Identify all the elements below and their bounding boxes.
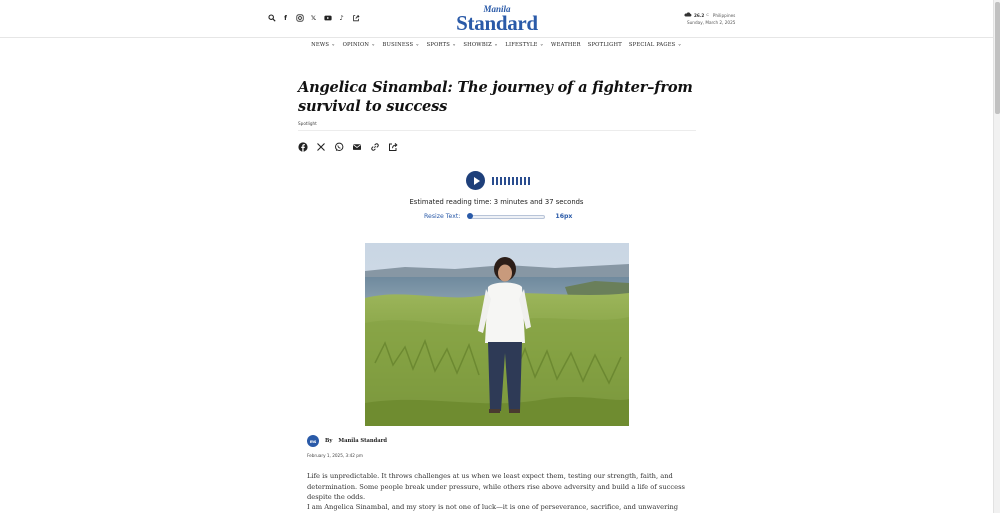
nav-item-special-pages[interactable]: SPECIAL PAGES ⌄ (628, 41, 682, 49)
nav-item-business[interactable]: BUSINESS ⌄ (382, 41, 420, 49)
weather-widget: 26.2 C Philippines Sunday, March 2, 2025 (684, 12, 735, 26)
waveform[interactable] (492, 176, 530, 185)
article-header: Angelica Sinambal: The journey of a figh… (298, 78, 698, 152)
instagram-icon[interactable] (295, 13, 304, 22)
chevron-down-icon: ⌄ (677, 41, 682, 48)
share-icon[interactable] (351, 13, 360, 22)
chevron-down-icon: ⌄ (451, 41, 457, 48)
share-bar (298, 137, 698, 152)
nav-item-sports[interactable]: SPORTS ⌄ (426, 41, 457, 49)
play-button[interactable] (466, 171, 485, 190)
weather-location: Philippines (712, 13, 736, 18)
byline-prefix: By (325, 438, 333, 444)
nav-label: WEATHER (551, 42, 581, 48)
chevron-down-icon: ⌄ (371, 41, 376, 48)
author-link[interactable]: Manila Standard (338, 438, 387, 444)
nav-item-spotlight[interactable]: SPOTLIGHT (588, 42, 622, 48)
nav-item-showbiz[interactable]: SHOWBIZ ⌄ (463, 41, 499, 49)
article-paragraph: Life is unpredictable. It throws challen… (307, 472, 685, 501)
nav-label: NEWS (311, 42, 330, 48)
nav-label: BUSINESS (382, 42, 414, 48)
slider-handle[interactable] (467, 212, 474, 219)
x-icon[interactable]: 𝕏 (309, 13, 318, 22)
chevron-down-icon: ⌄ (331, 41, 336, 48)
scrollbar[interactable] (993, 0, 1000, 513)
nav-label: LIFESTYLE (505, 42, 538, 48)
publish-date: February 1, 2025, 3:42 pm (307, 453, 364, 458)
resize-label: Resize Text: (424, 213, 461, 220)
nav-item-news[interactable]: NEWS ⌄ (311, 41, 336, 49)
search-icon[interactable] (267, 13, 276, 22)
weather-temp: 26.2 (694, 13, 705, 18)
nav-item-opinion[interactable]: OPINION ⌄ (342, 41, 376, 49)
whatsapp-icon[interactable] (334, 137, 344, 152)
chevron-down-icon: ⌄ (415, 41, 420, 48)
site-header: f 𝕏 ♪ Manila Standard 26.2 C Philippines… (0, 0, 993, 38)
social-bar: f 𝕏 ♪ (267, 13, 360, 22)
resize-value: 16px (555, 213, 573, 220)
audio-player (466, 171, 530, 190)
main-nav: NEWS ⌄ OPINION ⌄ BUSINESS ⌄ SPORTS ⌄ SHOWBIZ… (0, 41, 993, 49)
logo-line2: Standard (456, 11, 538, 35)
nav-item-lifestyle[interactable]: LIFESTYLE ⌄ (505, 41, 545, 49)
resize-text-control: Resize Text: 16px (424, 212, 573, 220)
scrollbar-thumb[interactable] (995, 2, 1000, 114)
email-icon[interactable] (352, 137, 362, 150)
nav-label: SPECIAL PAGES (628, 42, 676, 48)
nav-label: SPOTLIGHT (587, 42, 622, 48)
link-icon[interactable] (370, 137, 380, 151)
weather-unit: C (706, 13, 709, 17)
reading-time: Estimated reading time: 3 minutes and 37… (409, 198, 584, 206)
article-photo (365, 243, 629, 426)
nav-label: OPINION (342, 42, 370, 48)
chevron-down-icon: ⌄ (539, 41, 545, 48)
byline: ms By Manila Standard (307, 435, 387, 447)
share-icon[interactable] (388, 137, 398, 151)
nav-label: SHOWBIZ (463, 42, 492, 48)
header-date: Sunday, March 2, 2025 (687, 20, 736, 25)
resize-slider[interactable] (467, 212, 546, 219)
tiktok-icon[interactable]: ♪ (337, 13, 346, 22)
nav-label: SPORTS (426, 42, 450, 48)
avatar[interactable]: ms (307, 435, 319, 447)
youtube-icon[interactable] (323, 13, 332, 22)
site-logo[interactable]: Manila Standard (450, 5, 544, 35)
cloud-icon (684, 12, 692, 19)
nav-item-weather[interactable]: WEATHER (551, 42, 581, 48)
x-icon[interactable] (316, 137, 326, 151)
divider (298, 130, 696, 131)
facebook-icon[interactable] (298, 137, 308, 152)
article-paragraph: I am Angelica Sinambal, and my story is … (307, 503, 679, 511)
facebook-icon[interactable]: f (281, 13, 290, 22)
article-category[interactable]: Spotlight (298, 121, 698, 126)
chevron-down-icon: ⌄ (493, 41, 499, 48)
article-title: Angelica Sinambal: The journey of a figh… (298, 79, 693, 115)
play-icon (473, 176, 480, 185)
